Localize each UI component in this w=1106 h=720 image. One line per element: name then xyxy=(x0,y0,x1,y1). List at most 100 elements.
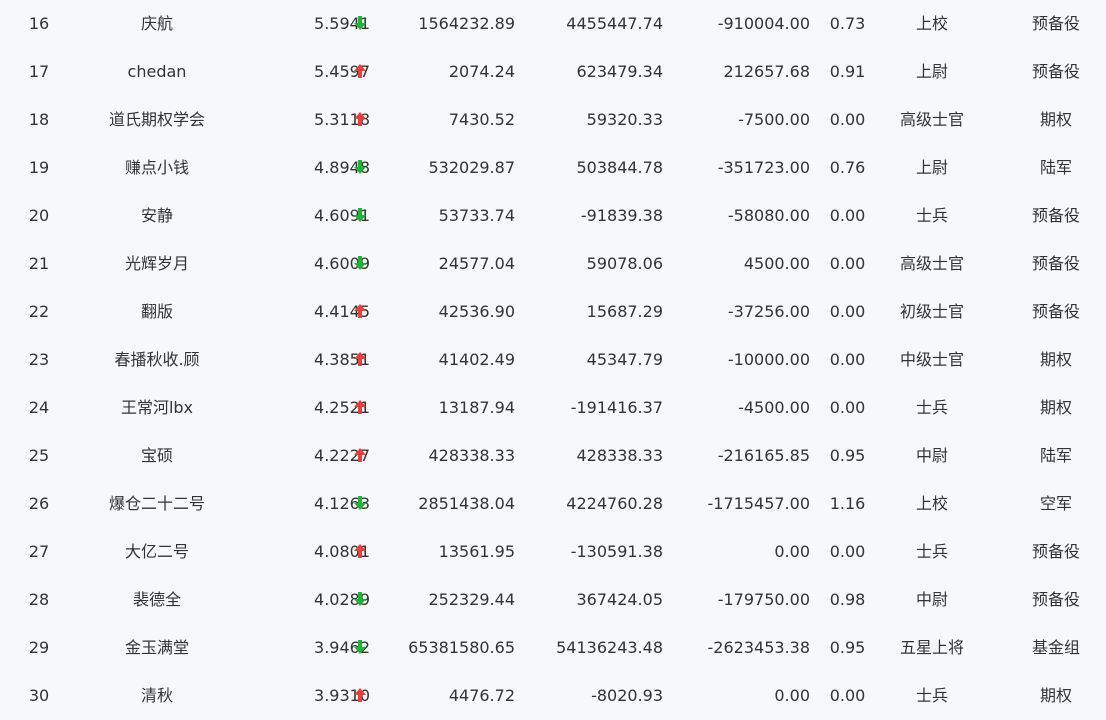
ratio-cell: 0.76 xyxy=(829,158,866,177)
table-row[interactable]: 22 翻版 4.4145 42536.90 15687.29 -37256.00 0.00… xyxy=(0,288,1106,336)
ratio-cell: 0.91 xyxy=(829,62,866,81)
value3-cell: -216165.85 xyxy=(717,446,810,465)
rank-cell: 18 xyxy=(28,110,50,129)
group-cell: 期权 xyxy=(1039,686,1072,705)
table-row[interactable]: 19 赚点小钱 4.8948 532029.87 503844.78 -351723.0… xyxy=(0,144,1106,192)
table-row[interactable]: 20 安静 4.6091 53733.74 -91839.38 -58080.00 0.0… xyxy=(0,192,1106,240)
trend-cell xyxy=(351,144,369,192)
group-cell: 预备役 xyxy=(1031,590,1080,609)
name-cell: 翻版 xyxy=(140,302,173,321)
ratio-cell: 0.00 xyxy=(829,398,866,417)
ratio-cell: 0.00 xyxy=(829,686,866,705)
value2-cell: 54136243.48 xyxy=(556,638,663,657)
table-row[interactable]: 25 宝硕 4.2227 428338.33 428338.33 -216165.85 0… xyxy=(0,432,1106,480)
name-cell: chedan xyxy=(127,62,187,81)
name-cell: 王常河lbx xyxy=(120,398,194,417)
rank-title-cell: 中级士官 xyxy=(899,350,964,369)
trend-cell xyxy=(351,336,369,384)
name-cell: 春播秋收.顾 xyxy=(114,350,200,369)
value1-cell: 24577.04 xyxy=(438,254,515,273)
table-row[interactable]: 16 庆航 5.5941 1564232.89 4455447.74 -910004.0… xyxy=(0,0,1106,48)
value3-cell: -10000.00 xyxy=(727,350,810,369)
rank-title-cell: 高级士官 xyxy=(899,254,964,273)
value3-cell: -37256.00 xyxy=(727,302,810,321)
table-row[interactable]: 28 裴德全 4.0289 252329.44 367424.05 -179750.00… xyxy=(0,576,1106,624)
table-row[interactable]: 17 chedan 5.4597 2074.24 623479.34 212657.68… xyxy=(0,48,1106,96)
value1-cell: 1564232.89 xyxy=(418,14,515,33)
trend-cell xyxy=(351,576,369,624)
group-cell: 预备役 xyxy=(1031,302,1080,321)
group-cell: 期权 xyxy=(1039,398,1072,417)
ratio-cell: 0.95 xyxy=(829,446,866,465)
group-cell: 预备役 xyxy=(1031,254,1080,273)
value3-cell: -910004.00 xyxy=(717,14,810,33)
name-cell: 大亿二号 xyxy=(124,542,189,561)
value2-cell: 4224760.28 xyxy=(566,494,663,513)
rank-cell: 27 xyxy=(28,542,50,561)
rank-title-cell: 士兵 xyxy=(915,686,948,705)
rank-cell: 19 xyxy=(28,158,50,177)
value1-cell: 7430.52 xyxy=(448,110,515,129)
value1-cell: 2851438.04 xyxy=(418,494,515,513)
group-cell: 空军 xyxy=(1039,494,1072,513)
rank-title-cell: 上尉 xyxy=(915,62,948,81)
value3-cell: -58080.00 xyxy=(727,206,810,225)
table-row[interactable]: 24 王常河lbx 4.2521 13187.94 -191416.37 -4500.0… xyxy=(0,384,1106,432)
value2-cell: 367424.05 xyxy=(576,590,663,609)
value2-cell: 59320.33 xyxy=(586,110,663,129)
rank-title-cell: 初级士官 xyxy=(899,302,964,321)
trend-cell xyxy=(351,288,369,336)
table-row[interactable]: 27 大亿二号 4.0801 13561.95 -130591.38 0.00 0.00 士… xyxy=(0,528,1106,576)
ratio-cell: 0.00 xyxy=(829,254,866,273)
ratio-cell: 0.00 xyxy=(829,350,866,369)
trend-cell xyxy=(351,480,369,528)
ratio-cell: 1.16 xyxy=(829,494,866,513)
group-cell: 期权 xyxy=(1039,110,1072,129)
value3-cell: -351723.00 xyxy=(717,158,810,177)
value3-cell: -2623453.38 xyxy=(707,638,810,657)
name-cell: 道氏期权学会 xyxy=(108,110,205,129)
rank-cell: 16 xyxy=(28,14,50,33)
group-cell: 预备役 xyxy=(1031,14,1080,33)
rank-title-cell: 上校 xyxy=(915,494,948,513)
trend-cell xyxy=(351,624,369,672)
group-cell: 预备役 xyxy=(1031,542,1080,561)
rank-title-cell: 士兵 xyxy=(915,206,948,225)
group-cell: 预备役 xyxy=(1031,62,1080,81)
rank-title-cell: 高级士官 xyxy=(899,110,964,129)
ratio-cell: 0.00 xyxy=(829,542,866,561)
ratio-cell: 0.98 xyxy=(829,590,866,609)
table-row[interactable]: 18 道氏期权学会 5.3118 7430.52 59320.33 -7500.00 0.… xyxy=(0,96,1106,144)
value1-cell: 65381580.65 xyxy=(408,638,515,657)
rank-cell: 22 xyxy=(28,302,50,321)
value1-cell: 2074.24 xyxy=(448,62,515,81)
name-cell: 爆仓二十二号 xyxy=(108,494,205,513)
table-row[interactable]: 26 爆仓二十二号 4.1263 2851438.04 4224760.28 -1715… xyxy=(0,480,1106,528)
group-cell: 陆军 xyxy=(1039,446,1072,465)
table-row[interactable]: 30 清秋 3.9310 4476.72 -8020.93 0.00 0.00 士兵 期权 xyxy=(0,672,1106,720)
trend-cell xyxy=(351,240,369,288)
value1-cell: 428338.33 xyxy=(428,446,515,465)
rank-cell: 23 xyxy=(28,350,50,369)
trend-cell xyxy=(351,672,369,720)
rank-title-cell: 上校 xyxy=(915,14,948,33)
name-cell: 金玉满堂 xyxy=(124,638,189,657)
value2-cell: -130591.38 xyxy=(570,542,663,561)
ratio-cell: 0.73 xyxy=(829,14,866,33)
value2-cell: 503844.78 xyxy=(576,158,663,177)
rank-cell: 30 xyxy=(28,686,50,705)
table-row[interactable]: 29 金玉满堂 3.9462 65381580.65 54136243.48 -2623… xyxy=(0,624,1106,672)
table-row[interactable]: 21 光辉岁月 4.6009 24577.04 59078.06 4500.00 0.00… xyxy=(0,240,1106,288)
name-cell: 安静 xyxy=(140,206,173,225)
table-row[interactable]: 23 春播秋收.顾 4.3851 41402.49 45347.79 -10000.00… xyxy=(0,336,1106,384)
ratio-cell: 0.00 xyxy=(829,302,866,321)
trend-cell xyxy=(351,528,369,576)
trend-cell xyxy=(351,48,369,96)
value1-cell: 42536.90 xyxy=(438,302,515,321)
group-cell: 基金组 xyxy=(1031,638,1080,657)
trend-cell xyxy=(351,0,369,48)
rank-cell: 28 xyxy=(28,590,50,609)
rank-cell: 21 xyxy=(28,254,50,273)
ranking-table: 16 庆航 5.5941 1564232.89 4455447.74 -910004.0… xyxy=(0,0,1106,712)
name-cell: 庆航 xyxy=(140,14,173,33)
